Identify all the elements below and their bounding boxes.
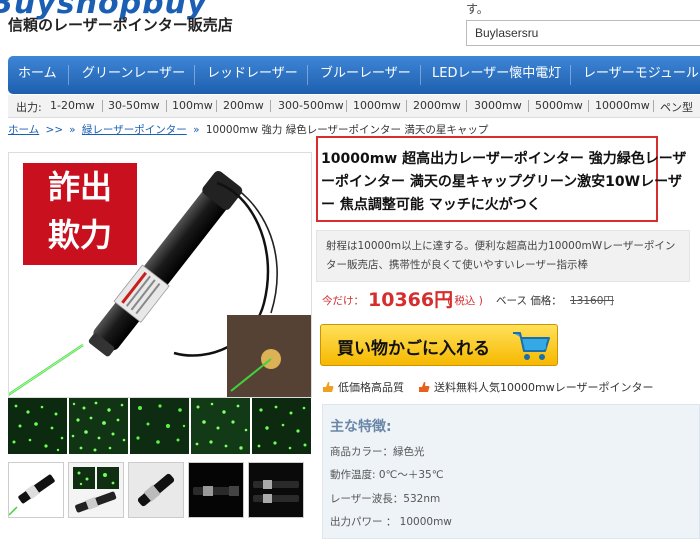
nav-divider (68, 65, 69, 85)
thumbnail-image[interactable] (8, 462, 64, 518)
filter-divider (406, 100, 407, 112)
breadcrumb-separator: » (69, 124, 76, 136)
thumbnail-graphic (129, 463, 183, 517)
star-pattern-graphic (130, 398, 189, 454)
power-filter-item[interactable]: 2000mw (413, 99, 461, 112)
site-tagline: 信頼のレーザーポインター販売店 (8, 16, 233, 34)
fraud-badge-line: 欺力 (47, 216, 112, 254)
power-filter-item[interactable]: 30-50mw (108, 99, 160, 112)
add-to-cart-button[interactable]: 買い物かごに入れる (320, 324, 558, 366)
nav-divider (194, 65, 195, 85)
thumbnail-image[interactable] (188, 462, 244, 518)
feature-free-shipping: 送料無料人気10000mwレーザーポインター (418, 379, 653, 395)
thumbs-up-icon (419, 382, 430, 392)
filter-divider (346, 100, 347, 112)
feature-quality-label: 低価格高品質 (338, 381, 404, 394)
nav-divider (570, 65, 571, 85)
search-input[interactable]: Buylasersru (466, 20, 700, 46)
sale-price-label: 今だけ： (322, 295, 364, 307)
breadcrumb: ホーム >> » 緑レーザーポインター » 10000mw 強力 緑色レーザーポイ… (8, 122, 488, 137)
base-price-label: ベース 価格： (496, 295, 562, 307)
power-filter-item[interactable]: 200mw (223, 99, 264, 112)
feature-free-shipping-label: 送料無料人気10000mwレーザーポインター (434, 381, 654, 394)
filter-divider (466, 100, 467, 112)
star-pattern-image[interactable] (8, 398, 67, 454)
nav-laser-module[interactable]: レーザーモジュール (583, 56, 699, 94)
star-pattern-strip (8, 398, 311, 454)
power-filter-item[interactable]: 3000mw (474, 99, 522, 112)
base-price: 13160円 (570, 295, 614, 307)
fraud-badge-line: 詐出 (47, 168, 112, 206)
nav-green-laser[interactable]: グリーンレーザー (82, 56, 185, 94)
spec-wavelength: レーザー波長：532nm (330, 493, 441, 505)
spec-title: 主な特徴: (330, 419, 392, 435)
star-pattern-graphic (69, 398, 128, 454)
spec-power: 出力パワー ： 10000mw (330, 516, 452, 528)
power-filter-bar: 出力: 1-20mw 30-50mw 100mw 200mw 300-500mw… (8, 95, 700, 118)
star-pattern-graphic (8, 398, 67, 454)
star-pattern-image[interactable] (252, 398, 311, 454)
thumbs-up-icon (323, 382, 334, 392)
thumbnail-graphic (9, 463, 63, 517)
feature-quality: 低価格高品質 (322, 379, 404, 395)
power-filter-item[interactable]: 1000mw (353, 99, 401, 112)
main-product-image[interactable]: 詐出 欺力 (8, 152, 312, 398)
thumbnail-image[interactable] (68, 462, 124, 518)
filter-divider (216, 100, 217, 112)
tax-included-label: ( 税込 ) (447, 295, 483, 307)
product-title: 10000mw 超高出力レーザーポインター 強力緑色レーザーポインター 満天の星… (321, 151, 687, 213)
thumbnail-image[interactable] (128, 462, 184, 518)
nav-red-laser[interactable]: レッドレーザー (207, 56, 298, 94)
breadcrumb-separator: » (193, 124, 200, 136)
spec-color: 商品カラー：緑色光 (330, 446, 425, 458)
nav-home[interactable]: ホーム (18, 56, 57, 94)
product-description: 射程は10000m以上に達する。便利な超高出力10000mWレーザーポインター販… (326, 240, 676, 271)
star-pattern-graphic (252, 398, 311, 454)
star-pattern-graphic (191, 398, 250, 454)
nav-led-flashlight[interactable]: LEDレーザー懐中電灯 (432, 56, 561, 94)
nav-divider (307, 65, 308, 85)
filter-divider (653, 100, 654, 112)
star-pattern-image[interactable] (130, 398, 189, 454)
filter-divider (528, 100, 529, 112)
shopping-cart-icon (511, 329, 551, 367)
filter-divider (166, 100, 167, 112)
thumbnail-graphic (249, 463, 303, 517)
product-thumbnails (8, 462, 310, 518)
power-filter-item[interactable]: 300-500mw (278, 99, 344, 112)
add-to-cart-label: 買い物かごに入れる (337, 339, 490, 359)
thumbnail-graphic (189, 463, 243, 517)
fraud-warning-badge: 詐出 欺力 (23, 163, 137, 265)
power-filter-item[interactable]: 100mw (172, 99, 213, 112)
nav-divider (420, 65, 421, 85)
breadcrumb-home[interactable]: ホーム (8, 124, 39, 136)
filter-divider (588, 100, 589, 112)
power-filter-item[interactable]: ペン型 (660, 99, 693, 115)
main-nav: ホーム グリーンレーザー レッドレーザー ブルーレーザー LEDレーザー懐中電灯… (8, 56, 700, 94)
breadcrumb-category[interactable]: 緑レーザーポインター (82, 124, 187, 136)
filter-divider (102, 100, 103, 112)
thumbnail-image[interactable] (248, 462, 304, 518)
power-filter-item[interactable]: 10000mw (595, 99, 650, 112)
nav-blue-laser[interactable]: ブルーレーザー (320, 56, 411, 94)
power-filter-item[interactable]: 1-20mw (50, 99, 95, 112)
breadcrumb-separator: >> (45, 124, 64, 136)
star-pattern-image[interactable] (191, 398, 250, 454)
breadcrumb-current: 10000mw 強力 緑色レーザーポインター 満天の星キャップ (205, 124, 489, 136)
filter-divider (270, 100, 271, 112)
star-pattern-image[interactable] (69, 398, 128, 454)
thumbnail-graphic (69, 463, 123, 517)
sale-price: 10366円 (368, 289, 454, 311)
header-note: す。 (466, 2, 489, 16)
power-filter-label: 出力: (16, 101, 42, 114)
power-filter-item[interactable]: 5000mw (535, 99, 583, 112)
spec-temperature: 動作温度: 0℃～＋35℃ (330, 469, 444, 481)
